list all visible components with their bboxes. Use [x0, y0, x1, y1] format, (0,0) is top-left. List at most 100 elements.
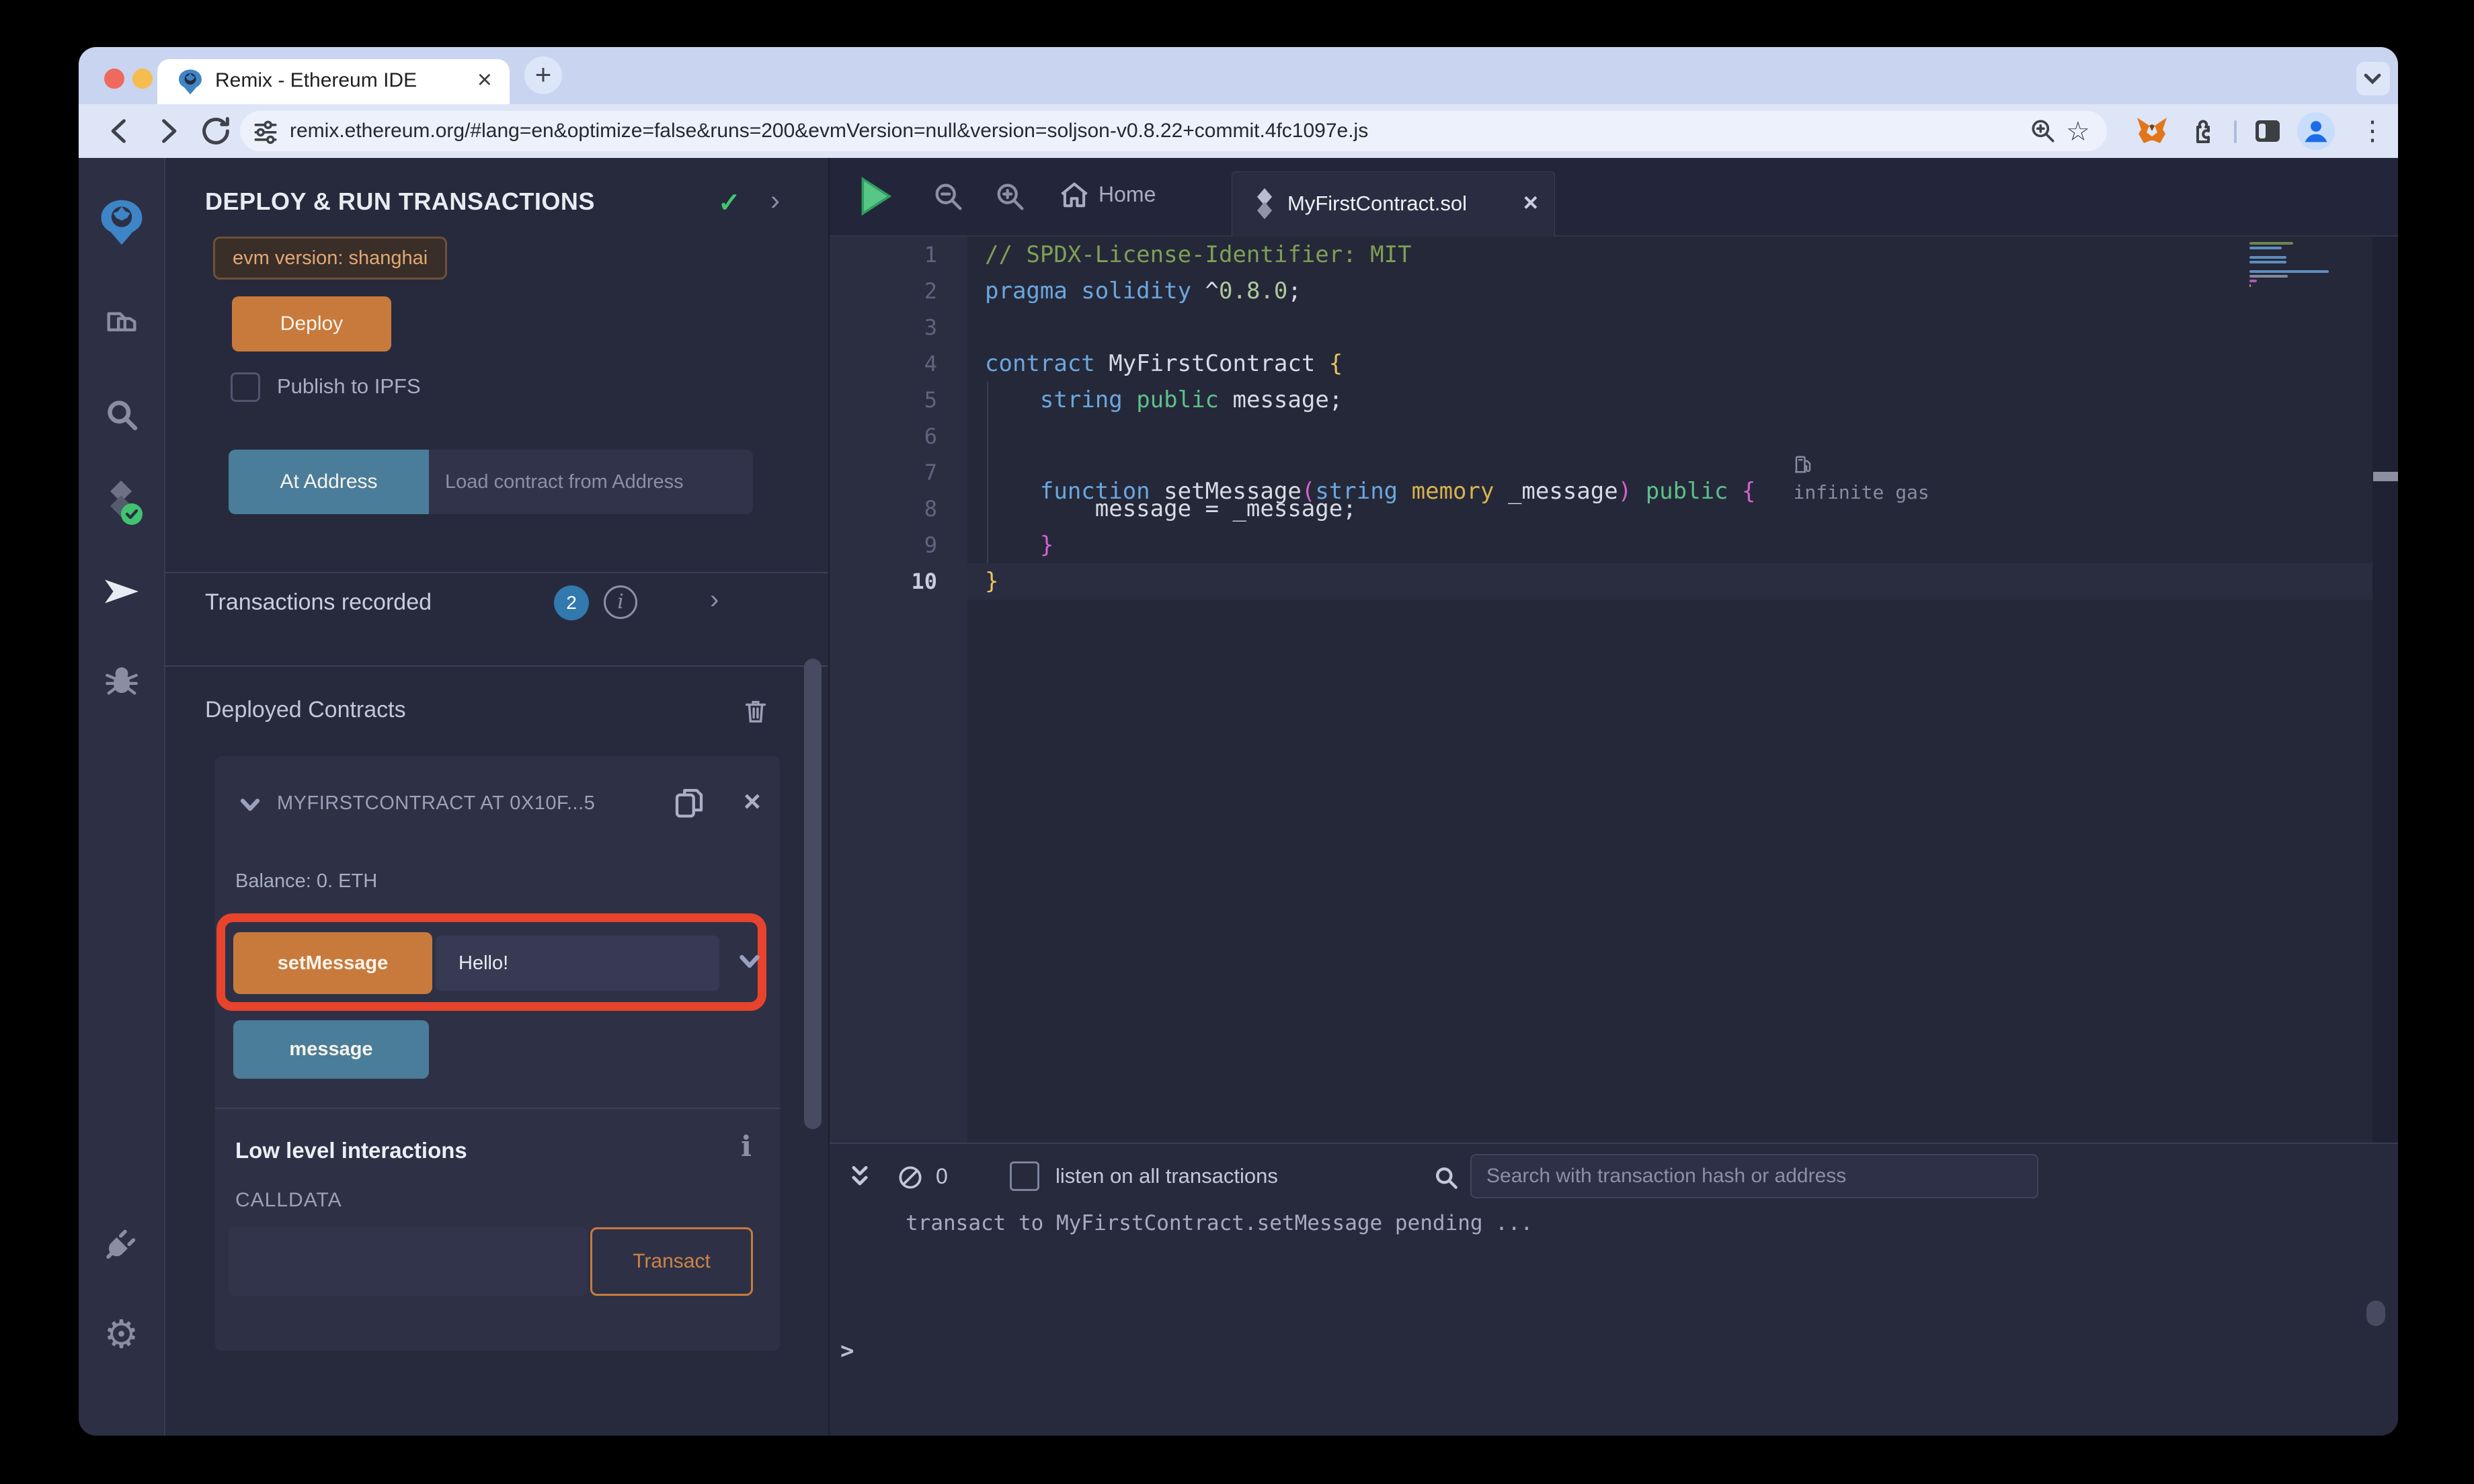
zoom-page-icon[interactable] [2028, 116, 2058, 146]
contract-collapse-chevron-icon[interactable] [235, 790, 265, 819]
minimap-line [2249, 256, 2286, 259]
terminal-prompt[interactable]: > [840, 1337, 854, 1364]
message-getter-button[interactable]: message [233, 1020, 429, 1079]
minimap-line [2249, 261, 2286, 263]
deploy-button[interactable]: Deploy [232, 296, 391, 352]
tab-home[interactable]: Home [1057, 178, 1156, 216]
back-icon[interactable] [103, 114, 138, 149]
line-number: 8 [924, 496, 937, 522]
minimize-window-button[interactable] [132, 69, 153, 89]
bookmark-star-icon[interactable]: ☆ [2066, 116, 2096, 147]
line-number: 1 [924, 242, 937, 267]
editor-scrollbar-track[interactable] [2372, 237, 2398, 1143]
forward-icon[interactable] [150, 114, 185, 149]
remix-favicon [177, 69, 203, 95]
contract-header-row[interactable]: MYFIRSTCONTRACT AT 0X10F...5 × [215, 783, 780, 827]
line-number: 3 [924, 315, 937, 340]
contract-close-icon[interactable]: × [744, 783, 761, 821]
code-line[interactable]: function setMessage(string memory _messa… [967, 454, 2372, 505]
solidity-compiler-icon[interactable] [99, 479, 144, 526]
at-address-button[interactable]: At Address [229, 450, 429, 514]
minimap[interactable] [2245, 242, 2346, 524]
calldata-input[interactable] [229, 1227, 587, 1296]
deploy-run-panel: DEPLOY & RUN TRANSACTIONS ✓ › evm versio… [165, 158, 828, 1436]
run-script-icon[interactable] [856, 175, 894, 217]
tab-home-label[interactable]: Home [1099, 182, 1156, 207]
url-bar[interactable]: remix.ethereum.org/#lang=en&optimize=fal… [240, 111, 2107, 151]
set-message-button[interactable]: setMessage [233, 932, 432, 994]
minimap-line [2249, 242, 2294, 245]
sidebar-toggle-icon[interactable] [2251, 115, 2284, 147]
browser-tabstrip: Remix - Ethereum IDE × + [79, 47, 2398, 104]
pending-count: 0 [936, 1164, 948, 1188]
terminal-log-line: transact to MyFirstContract.setMessage p… [906, 1211, 1533, 1235]
code-line[interactable]: } [967, 563, 2372, 600]
deployed-contract-card: MYFIRSTCONTRACT AT 0X10F...5 × Balance: … [215, 756, 780, 1351]
browser-tab[interactable]: Remix - Ethereum IDE × [157, 59, 510, 104]
tab-file-label[interactable]: MyFirstContract.sol [1287, 172, 1467, 235]
debugger-icon[interactable] [102, 661, 142, 700]
terminal-collapse-icon[interactable] [845, 1163, 875, 1192]
tab-title: Remix - Ethereum IDE [215, 69, 417, 91]
metamask-icon[interactable] [2136, 115, 2168, 147]
url-text[interactable]: remix.ethereum.org/#lang=en&optimize=fal… [290, 111, 1368, 151]
low-level-info-icon[interactable]: i [741, 1130, 752, 1163]
line-number: 4 [924, 351, 937, 376]
terminal-scrollbar-thumb[interactable] [2366, 1301, 2385, 1326]
profile-avatar[interactable] [2297, 112, 2335, 150]
code-line[interactable]: string public message; [967, 382, 2372, 418]
code-line[interactable] [967, 418, 2372, 454]
minimap-line [2249, 270, 2329, 273]
line-number: 2 [924, 278, 937, 304]
panel-chevron-icon[interactable]: › [770, 186, 780, 214]
code-lines[interactable]: // SPDX-License-Identifier: MIT pragma so… [967, 237, 2372, 600]
zoom-out-icon[interactable] [931, 179, 966, 214]
icon-rail: ⚙ [79, 158, 165, 1436]
tab-search-chevron-icon[interactable] [2356, 62, 2390, 95]
trash-icon[interactable] [740, 696, 771, 727]
line-number: 7 [924, 460, 937, 485]
code-line[interactable]: pragma solidity ^0.8.0; [967, 273, 2372, 309]
set-message-input[interactable] [436, 936, 719, 991]
new-tab-button[interactable]: + [524, 56, 562, 94]
close-window-button[interactable] [104, 69, 124, 89]
remix-app: ⚙ DEPLOY & RUN TRANSACTIONS ✓ › evm vers… [79, 158, 2398, 1436]
zoom-in-icon[interactable] [993, 179, 1028, 214]
file-explorer-icon[interactable] [102, 307, 141, 346]
browser-menu-icon[interactable]: ⋮ [2359, 112, 2386, 150]
deploy-run-icon[interactable] [100, 571, 143, 612]
browser-toolbar: remix.ethereum.org/#lang=en&optimize=fal… [79, 104, 2398, 158]
publish-ipfs-checkbox[interactable] [231, 372, 260, 402]
tab-close-icon[interactable]: × [477, 59, 492, 101]
tab-file-close-icon[interactable]: × [1523, 172, 1538, 234]
panel-scrollbar[interactable] [804, 659, 822, 1129]
plugin-manager-icon[interactable] [102, 1223, 142, 1264]
extensions-icon[interactable] [2187, 115, 2219, 147]
reload-icon[interactable] [198, 114, 233, 149]
site-settings-icon[interactable] [251, 116, 280, 146]
code-line[interactable]: // SPDX-License-Identifier: MIT [967, 237, 2372, 273]
transact-button[interactable]: Transact [590, 1227, 753, 1296]
transactions-info-icon[interactable]: i [604, 585, 637, 619]
settings-gear-icon[interactable]: ⚙ [104, 1311, 139, 1357]
balance-label: Balance: 0. ETH [235, 870, 378, 892]
editor-scrollbar-thumb[interactable] [2373, 472, 2398, 481]
listen-all-checkbox[interactable] [1010, 1161, 1039, 1191]
remix-logo-icon[interactable] [97, 198, 146, 247]
expand-params-chevron-icon[interactable] [734, 946, 765, 977]
transactions-count-badge: 2 [554, 585, 589, 620]
line-number: 5 [924, 387, 937, 413]
search-icon[interactable] [102, 395, 142, 435]
copy-address-icon[interactable] [671, 784, 709, 822]
editor-tabbar: Home MyFirstContract.sol × [830, 158, 2398, 237]
transactions-chevron-icon[interactable]: › [710, 585, 719, 614]
code-editor[interactable]: 1 2 3 4 5 6 7 8 9 10 // SPDX-License-Identifier: … [830, 237, 2398, 1143]
clear-console-icon[interactable] [895, 1163, 925, 1192]
line-number: 6 [924, 423, 937, 449]
code-line[interactable]: } [967, 527, 2372, 563]
code-line[interactable]: contract MyFirstContract { [967, 345, 2372, 382]
at-address-input[interactable] [429, 450, 753, 514]
code-line[interactable] [967, 309, 2372, 345]
terminal-search-input[interactable] [1470, 1154, 2038, 1198]
tab-file-active[interactable]: MyFirstContract.sol × [1232, 171, 1555, 237]
